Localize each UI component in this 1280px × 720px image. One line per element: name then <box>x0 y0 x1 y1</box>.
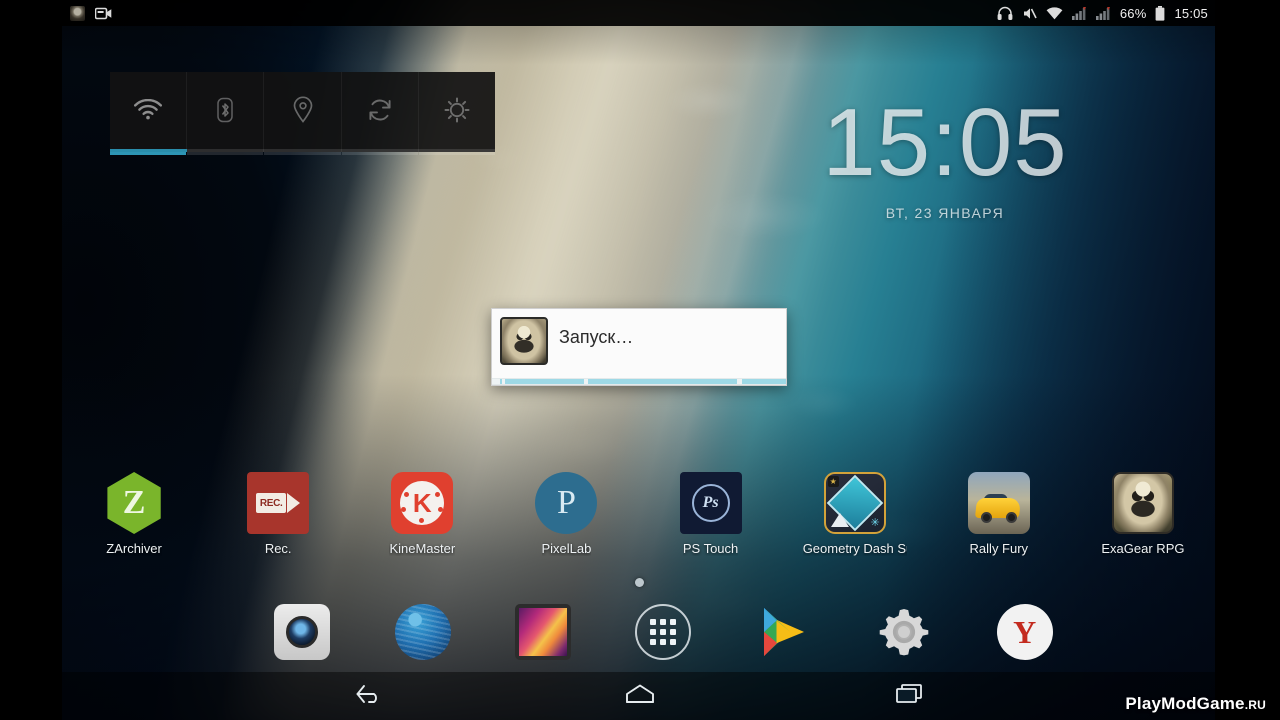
dock: Y <box>62 596 1215 668</box>
bluetooth-toggle[interactable] <box>187 72 265 155</box>
launch-dialog-body: Запуск… <box>492 309 786 365</box>
app-ps-touch[interactable]: Ps PS Touch <box>639 472 783 572</box>
sync-state-bar <box>341 149 418 152</box>
wifi-state-bar <box>110 149 187 152</box>
play-store-icon <box>756 604 812 660</box>
location-pin-icon <box>292 96 314 128</box>
app-label: ExaGear RPG <box>1101 541 1185 556</box>
camera-icon <box>274 604 331 660</box>
status-bar-clock: 15:05 <box>1174 5 1208 21</box>
app-label: KineMaster <box>389 541 456 556</box>
bluetooth-state-bar <box>187 149 264 152</box>
app-kinemaster[interactable]: K KineMaster <box>350 472 494 572</box>
location-state-bar <box>264 149 341 152</box>
recents-icon <box>895 683 925 710</box>
android-home-screen: 66% 15:05 15:05 ВТ, 23 ЯНВАРЯ Запуск… Z … <box>0 0 1280 720</box>
app-drawer-icon <box>635 604 692 660</box>
app-exagear-rpg[interactable]: ExaGear RPG <box>1071 472 1215 572</box>
zarchiver-icon: Z <box>107 472 161 534</box>
gallery-icon <box>515 604 572 660</box>
app-label: Geometry Dash SubZ <box>802 541 907 556</box>
navigation-bar <box>0 672 1280 720</box>
status-bar[interactable]: 66% 15:05 <box>0 0 1280 26</box>
status-bar-system-icons: 66% 15:05 <box>997 5 1208 21</box>
geometry-dash-subzero-icon: ✳ ★ <box>823 472 886 534</box>
launch-dialog-title: Запуск… <box>559 327 634 347</box>
sync-icon <box>367 98 393 127</box>
brightness-toggle[interactable] <box>418 72 496 155</box>
app-pixellab[interactable]: P PixelLab <box>494 472 638 572</box>
rally-fury-icon <box>967 472 1030 534</box>
dock-item-app-drawer[interactable] <box>603 604 723 660</box>
dock-item-settings[interactable] <box>844 604 964 660</box>
app-geometry-dash-subzero[interactable]: ✳ ★ Geometry Dash SubZ <box>783 472 927 572</box>
app-rally-fury[interactable]: Rally Fury <box>927 472 1071 572</box>
back-arrow-icon <box>355 683 385 710</box>
screen-recorder-icon <box>95 7 112 20</box>
app-label: PS Touch <box>682 541 739 556</box>
letterbox-left <box>0 0 62 720</box>
signal-sim1-icon <box>1071 6 1087 20</box>
brightness-sun-icon <box>444 97 470 128</box>
watermark-text: PlayModGame <box>1125 694 1245 713</box>
app-label: PixelLab <box>541 541 592 556</box>
pixellab-icon: P <box>535 472 598 534</box>
mute-icon <box>1022 6 1037 21</box>
battery-icon <box>1155 5 1165 21</box>
wifi-toggle[interactable] <box>110 72 188 155</box>
watermark-tld: .RU <box>1244 698 1266 712</box>
launch-progress-bar <box>492 378 786 385</box>
sync-toggle[interactable] <box>341 72 419 155</box>
watermark: PlayModGame.RU <box>1125 694 1266 714</box>
photoshop-touch-icon: Ps <box>679 472 742 534</box>
dock-item-play-store[interactable] <box>724 604 844 660</box>
wifi-icon <box>134 98 163 125</box>
home-icon <box>624 683 656 710</box>
brightness-state-bar <box>418 149 495 152</box>
exagear-app-icon <box>500 317 548 365</box>
app-label: ZArchiver <box>106 541 162 556</box>
settings-gear-icon <box>876 604 932 660</box>
recents-button[interactable] <box>880 676 940 716</box>
status-bar-notifications <box>70 5 112 21</box>
bluetooth-icon <box>215 97 235 128</box>
app-label: Rec. <box>264 541 292 556</box>
home-button[interactable] <box>610 676 670 716</box>
browser-globe-icon <box>394 604 451 660</box>
kinemaster-icon: K <box>391 472 454 534</box>
letterbox-right <box>1215 0 1280 720</box>
wifi-icon <box>1046 6 1063 20</box>
quick-settings-state-bar <box>110 149 495 152</box>
back-button[interactable] <box>340 676 400 716</box>
dock-item-yandex[interactable]: Y <box>965 604 1085 660</box>
app-rec[interactable]: REC. Rec. <box>206 472 350 572</box>
quick-settings-widget[interactable] <box>110 72 496 155</box>
yandex-browser-icon: Y <box>996 604 1053 660</box>
launch-dialog[interactable]: Запуск… <box>491 308 787 386</box>
battery-percent-label: 66% <box>1119 5 1147 21</box>
signal-sim2-icon <box>1095 6 1111 20</box>
dock-item-gallery[interactable] <box>483 604 603 660</box>
headset-icon <box>997 6 1013 21</box>
exagear-rpg-icon <box>1111 472 1174 534</box>
exagear-notification-icon <box>70 5 85 21</box>
location-toggle[interactable] <box>264 72 342 155</box>
page-indicator-dot[interactable] <box>635 578 644 587</box>
app-label: Rally Fury <box>969 541 1029 556</box>
app-zarchiver[interactable]: Z ZArchiver <box>62 472 206 572</box>
home-app-grid: Z ZArchiver REC. Rec. K KineMaster P Pix… <box>62 472 1215 572</box>
dock-item-browser[interactable] <box>362 604 482 660</box>
dock-item-camera[interactable] <box>242 604 362 660</box>
screen-recorder-icon: REC. <box>247 472 310 534</box>
